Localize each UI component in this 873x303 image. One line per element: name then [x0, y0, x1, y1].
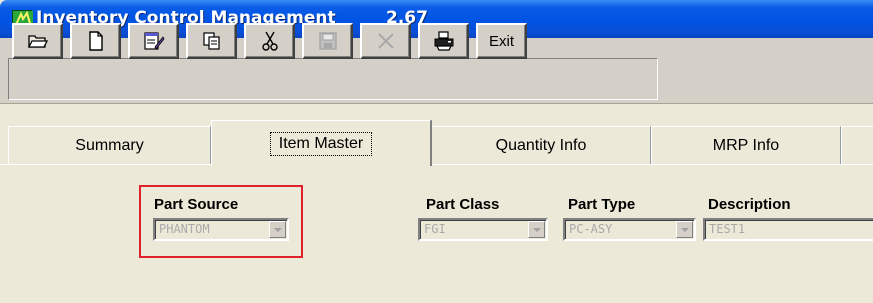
- print-button[interactable]: [418, 23, 469, 59]
- tab-overflow[interactable]: [841, 126, 873, 164]
- part-class-combo[interactable]: FGI: [418, 218, 548, 241]
- new-button[interactable]: [70, 23, 121, 59]
- new-document-icon: [88, 31, 104, 51]
- cut-button[interactable]: [244, 23, 295, 59]
- chevron-down-icon: [532, 227, 541, 232]
- edit-button[interactable]: [128, 23, 179, 59]
- save-disk-icon: [318, 32, 337, 50]
- part-class-dropdown-button[interactable]: [528, 221, 545, 238]
- copy-icon: [202, 31, 222, 51]
- copy-button[interactable]: [186, 23, 237, 59]
- open-folder-icon: [27, 33, 48, 49]
- open-button[interactable]: [12, 23, 63, 59]
- scissors-icon: [261, 30, 278, 52]
- save-button[interactable]: [302, 23, 353, 59]
- part-source-highlight: [139, 185, 303, 258]
- part-type-combo[interactable]: PC-ASY: [563, 218, 696, 241]
- description-field[interactable]: TEST1: [703, 218, 873, 241]
- printer-icon: [433, 31, 455, 51]
- description-label: Description: [708, 196, 791, 213]
- exit-button[interactable]: Exit: [476, 23, 527, 59]
- tab-item-master[interactable]: Item Master: [211, 120, 431, 166]
- tab-summary-label: Summary: [75, 136, 144, 154]
- part-type-dropdown-button[interactable]: [676, 221, 693, 238]
- part-class-label: Part Class: [426, 196, 500, 213]
- tab-mrp-info[interactable]: MRP Info: [651, 126, 841, 164]
- tab-summary[interactable]: Summary: [8, 126, 211, 164]
- toolbar-frame: [8, 58, 658, 100]
- part-type-value: PC-ASY: [569, 222, 613, 236]
- tab-mrp-info-label: MRP Info: [712, 136, 780, 154]
- tab-quantity-info-label: Quantity Info: [495, 136, 587, 154]
- chevron-down-icon: [680, 227, 689, 232]
- part-class-value: FGI: [424, 222, 446, 236]
- delete-button[interactable]: [360, 23, 411, 59]
- delete-x-icon: [377, 32, 395, 50]
- description-value: TEST1: [709, 222, 746, 236]
- edit-pencil-icon: [143, 31, 165, 51]
- part-type-label: Part Type: [568, 196, 636, 213]
- exit-label: Exit: [488, 32, 514, 50]
- tab-item-master-label: Item Master: [269, 131, 373, 156]
- tab-panel-border: [0, 164, 873, 165]
- tab-quantity-info[interactable]: Quantity Info: [431, 126, 651, 164]
